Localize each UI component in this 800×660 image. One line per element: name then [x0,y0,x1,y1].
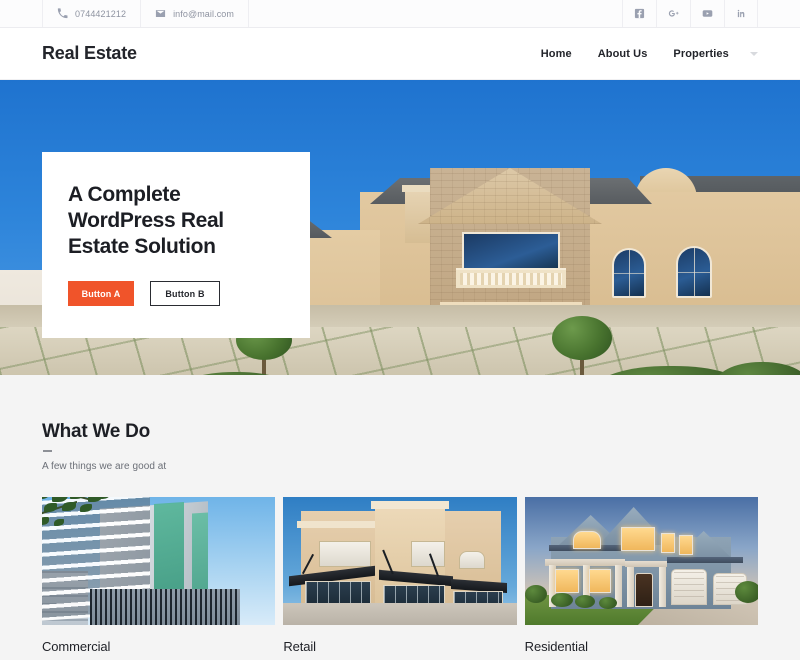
linkedin-icon[interactable] [724,0,758,27]
section-title: What We Do [42,421,150,442]
commercial-image [42,497,276,625]
hero-balcony-window [462,232,560,272]
what-we-do-section: What We Do A few things we are good at C… [0,375,800,660]
top-contact-bar: 0744421212 info@mail.com [0,0,800,28]
google-plus-icon[interactable] [656,0,690,27]
main-navigation: Home About Us Properties [541,48,758,60]
nav-item-home-label: Home [540,47,572,60]
hero-balcony [456,268,566,288]
section-heading-group: What We Do A few things we are good at [42,375,758,472]
facebook-icon[interactable] [622,0,656,27]
topbar-phone[interactable]: 0744421212 [42,0,140,27]
nav-item-properties-label: Properties [673,47,729,60]
topbar-contact-group: 0744421212 info@mail.com [42,0,250,27]
phone-icon [57,8,68,19]
service-card-grid: Commercial Retail Residential [42,497,758,654]
section-subtitle: A few things we are good at [42,461,167,472]
youtube-icon[interactable] [690,0,724,27]
retail-label: Retail [283,639,316,654]
topbar-social-group [622,0,758,27]
section-divider [43,450,52,452]
residential-image [524,497,758,625]
site-logo[interactable]: Real Estate [42,43,137,64]
topbar-phone-text: 0744421212 [75,8,127,19]
hero-button-group: Button A Button B [68,281,284,307]
nav-item-home[interactable]: Home [541,48,572,60]
service-card-retail[interactable]: Retail [283,497,517,654]
hero-banner: A Complete WordPress Real Estate Solutio… [0,80,800,375]
service-card-residential[interactable]: Residential [524,497,758,654]
envelope-icon [155,10,166,17]
residential-label: Residential [524,639,588,654]
topbar-email[interactable]: info@mail.com [140,0,250,27]
service-card-commercial[interactable]: Commercial [42,497,276,654]
topbar-email-text: info@mail.com [173,8,235,19]
nav-item-about-us-label: About Us [597,47,648,60]
commercial-foliage [42,497,132,551]
hero-content-card: A Complete WordPress Real Estate Solutio… [42,152,310,338]
nav-item-about-us[interactable]: About Us [598,48,648,60]
hero-chimney [402,185,434,243]
chevron-down-icon [750,51,758,56]
nav-item-properties[interactable]: Properties [673,48,758,60]
hero-topiary [552,316,612,360]
hero-secondary-button[interactable]: Button B [150,281,220,307]
retail-image [283,497,517,625]
commercial-label: Commercial [42,639,111,654]
hero-window [612,248,646,298]
hero-title: A Complete WordPress Real Estate Solutio… [68,183,224,258]
site-header: Real Estate Home About Us Properties [0,28,800,80]
hero-primary-button[interactable]: Button A [68,281,134,307]
hero-window [676,246,712,298]
